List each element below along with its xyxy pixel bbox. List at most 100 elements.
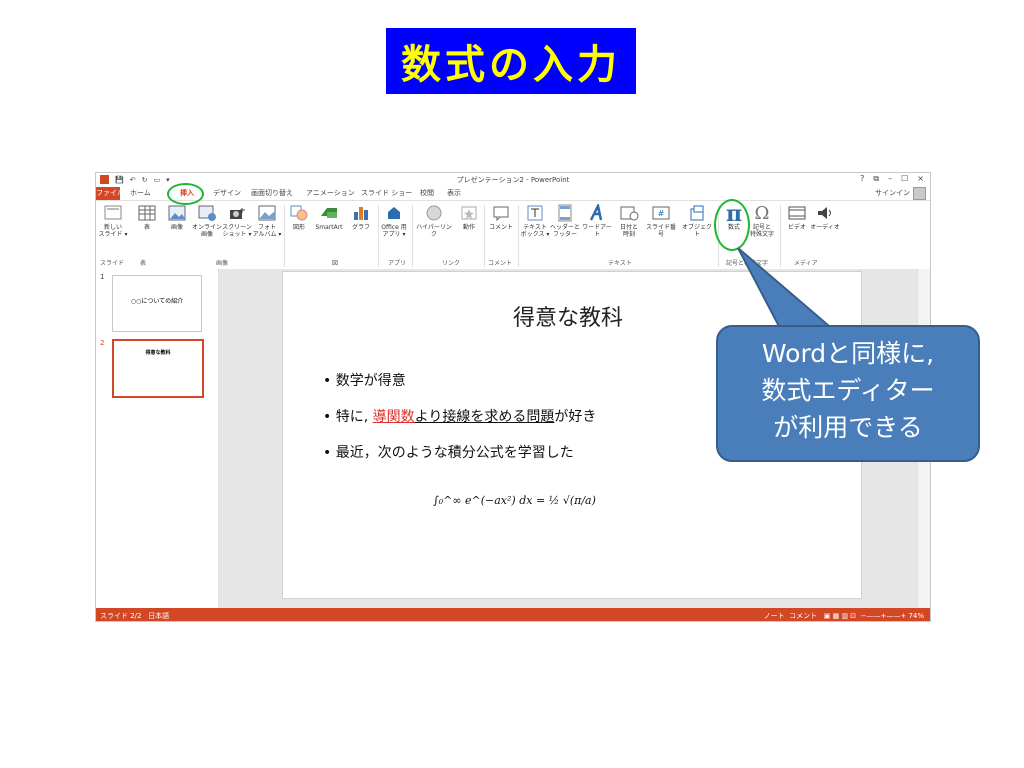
signin-link[interactable]: サインイン — [875, 188, 910, 198]
tab-design[interactable]: デザイン — [213, 188, 241, 198]
office-apps-button[interactable]: Office 用 アプリ ▾ — [379, 204, 409, 238]
bullet-item[interactable]: • 特に, 導関数より接線を求める問題が好き — [323, 406, 596, 426]
tab-slideshow[interactable]: スライド ショー — [361, 188, 412, 198]
group-label-links: リンク — [442, 260, 461, 267]
table-button[interactable]: 表 — [132, 204, 162, 231]
group-label-tables: 表 — [140, 260, 147, 267]
audio-button[interactable]: オーディオ — [810, 204, 840, 231]
object-icon — [690, 205, 704, 221]
ribbon-separator — [518, 205, 519, 267]
photo-album-icon — [258, 205, 276, 221]
picture-button[interactable]: 画像 — [162, 204, 192, 231]
status-bar: スライド 2/2 日本語 ノート コメント ▣ ▦ ▥ ⊡ −——+——+ 74… — [96, 608, 930, 621]
callout-line: が利用できる — [773, 413, 923, 442]
window-title: プレゼンテーション2 - PowerPoint — [456, 176, 570, 184]
action-icon — [461, 206, 477, 220]
tab-animations[interactable]: アニメーション — [306, 188, 355, 198]
comment-icon — [493, 206, 509, 222]
bullet-item[interactable]: • 数学が得意 — [323, 370, 406, 390]
date-time-button[interactable]: 日付と 時刻 — [614, 204, 644, 238]
thumbnail-number: 1 — [100, 273, 105, 281]
smartart-icon — [321, 208, 337, 218]
comment-button[interactable]: コメント — [486, 204, 516, 231]
group-label-media: メディア — [794, 260, 818, 267]
ribbon-display-icon[interactable]: ⧉ — [873, 174, 879, 184]
help-icon[interactable]: ? — [860, 174, 864, 184]
minimize-icon[interactable]: – — [888, 174, 892, 184]
table-icon — [138, 205, 156, 221]
language-indicator[interactable]: 日本語 — [148, 612, 169, 620]
bullet-text: が好き — [554, 409, 597, 425]
header-footer-button[interactable]: ヘッダーと フッター — [550, 204, 580, 238]
shapes-icon — [290, 205, 308, 221]
slide-title-box: 数式の入力 — [386, 28, 636, 94]
tab-file[interactable]: ファイル — [96, 187, 124, 200]
callout-box: Wordと同様に, 数式エディター が利用できる — [716, 325, 980, 462]
tab-review[interactable]: 校閲 — [420, 188, 434, 198]
textbox-button[interactable]: テキスト ボックス ▾ — [520, 204, 550, 238]
ribbon-separator — [412, 205, 413, 267]
thumbnail-title: ○○についての紹介 — [130, 298, 184, 305]
photo-album-button[interactable]: フォト アルバム ▾ — [252, 204, 282, 238]
speaker-icon — [818, 207, 831, 219]
date-time-icon — [620, 206, 639, 221]
ribbon-insert: 新しい スライド ▾ 表 画像 オンライン 画像 スクリーン ショット ▾ フォ… — [96, 200, 930, 270]
tab-home[interactable]: ホーム — [130, 188, 151, 198]
shapes-button[interactable]: 図形 — [284, 204, 314, 231]
smartart-button[interactable]: SmartArt — [314, 204, 344, 231]
tab-view[interactable]: 表示 — [447, 188, 461, 198]
slide-thumbnail-1[interactable]: ○○についての紹介 — [112, 275, 202, 332]
callout-line: Wordと同様に, — [761, 339, 935, 368]
slide-counter: スライド 2/2 — [100, 612, 142, 620]
maximize-icon[interactable]: ☐ — [901, 174, 908, 184]
group-label-illustrations: 図 — [332, 260, 339, 267]
omega-icon: Ω — [754, 203, 770, 224]
new-slide-button[interactable]: 新しい スライド ▾ — [98, 204, 128, 238]
integral-formula[interactable]: ∫₀^∞ e^(−ax²) dx = ½ √(π/a) — [433, 494, 596, 507]
bullet-text: 最近，次のような積分公式を学習した — [335, 445, 574, 461]
symbol-button[interactable]: Ω 記号と 特殊文字 — [747, 203, 777, 239]
close-icon[interactable]: × — [917, 174, 924, 184]
insert-tab-highlight-circle — [167, 183, 204, 205]
slide-number-button[interactable]: # スライド番号 — [644, 204, 678, 238]
new-slide-icon — [104, 205, 122, 220]
chart-button[interactable]: グラフ — [346, 204, 376, 231]
ribbon-separator — [484, 205, 485, 267]
avatar[interactable] — [913, 187, 926, 200]
office-apps-icon — [388, 207, 400, 219]
svg-text:#: # — [658, 209, 665, 218]
notes-button[interactable]: ノート — [764, 612, 785, 620]
online-pictures-button[interactable]: オンライン 画像 — [192, 204, 222, 238]
comments-button[interactable]: コメント — [789, 612, 817, 620]
slide-number-icon: # — [652, 206, 670, 220]
bullet-text: 特に, — [335, 409, 369, 425]
tab-transitions[interactable]: 画面切り替え — [251, 188, 293, 198]
screenshot-button[interactable]: スクリーン ショット ▾ — [222, 204, 252, 238]
video-icon — [788, 206, 806, 220]
wordart-button[interactable]: ワードアート — [580, 204, 614, 238]
bullet-text: 問題 — [526, 409, 555, 425]
status-left: スライド 2/2 日本語 — [100, 611, 169, 621]
action-button[interactable]: 動作 — [454, 204, 484, 231]
window-controls: ? ⧉ – ☐ × — [860, 174, 924, 184]
object-button[interactable]: オブジェクト — [680, 204, 714, 238]
textbox-icon — [527, 205, 543, 221]
screenshot-icon — [230, 208, 245, 219]
slide-thumbnails-pane: 1 ○○についての紹介 2 得意な教科 — [96, 269, 219, 609]
group-label-images: 画像 — [216, 260, 229, 267]
slide-thumbnail-2[interactable]: 得意な教科 — [112, 339, 204, 398]
group-label-comments: コメント — [488, 260, 513, 267]
group-label-symbols: 記号と特殊文字 — [726, 260, 769, 267]
equation-button-highlight-circle — [714, 199, 750, 251]
bullet-item[interactable]: • 最近，次のような積分公式を学習した — [323, 442, 574, 462]
group-label-apps: アプリ — [388, 260, 407, 267]
ribbon-separator — [780, 205, 781, 267]
video-button[interactable]: ビデオ — [782, 204, 812, 231]
slide-heading[interactable]: 得意な教科 — [513, 300, 623, 332]
thumbnail-title: 得意な教科 — [145, 350, 171, 356]
hyperlink-button[interactable]: ハイパーリンク — [416, 204, 452, 238]
zoom-level[interactable]: 74% — [908, 612, 924, 620]
thumbnail-number: 2 — [100, 339, 105, 347]
status-right: ノート コメント ▣ ▦ ▥ ⊡ −——+——+ 74% — [763, 612, 924, 620]
online-pictures-icon — [198, 205, 216, 221]
